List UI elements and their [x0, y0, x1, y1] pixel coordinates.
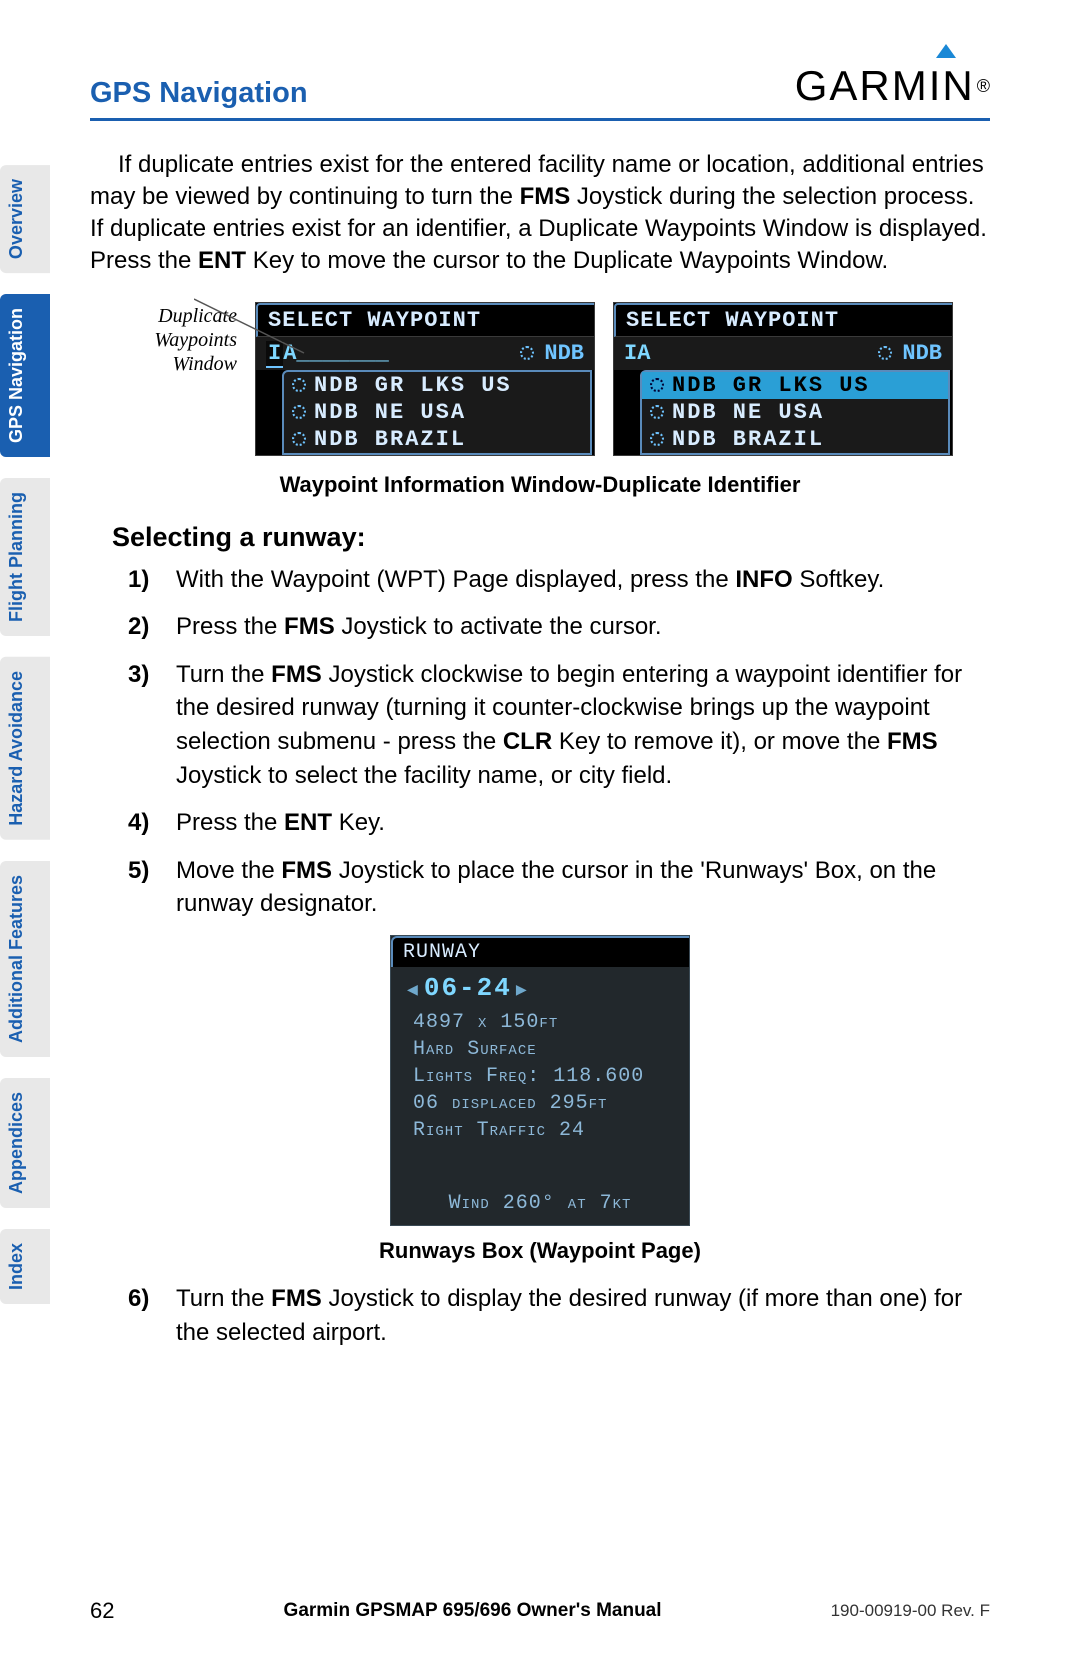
ndb-symbol-icon	[878, 346, 892, 360]
subheading-selecting-runway: Selecting a runway:	[112, 522, 990, 553]
callout-line-1: Duplicate	[127, 304, 237, 328]
wp-item-selected: NDB GR LKS US	[642, 372, 948, 399]
wp-input-row: IA_______ NDB	[256, 337, 594, 370]
waypoint-window-right: SELECT WAYPOINT IA NDB NDB GR LKS US NDB…	[613, 302, 953, 456]
ent-bold: ENT	[198, 247, 246, 274]
steps-list-cont: 6) Turn the FMS Joystick to display the …	[128, 1282, 990, 1349]
ndb-icon	[650, 432, 664, 446]
step-number: 4)	[128, 806, 162, 840]
runway-dimensions: 4897 x 150ft	[391, 1009, 689, 1036]
wp-title: SELECT WAYPOINT	[256, 303, 594, 337]
runway-wind: Wind 260° at 7kt	[391, 1144, 689, 1225]
wp-item: NDB BRAZIL	[642, 426, 948, 453]
runway-surface: Hard Surface	[391, 1036, 689, 1063]
page-content: If duplicate entries exist for the enter…	[0, 121, 1080, 1349]
callout-line-2: Waypoints	[127, 328, 237, 352]
garmin-triangle-icon	[936, 44, 956, 58]
runway-traffic: Right Traffic 24	[391, 1117, 689, 1144]
manual-title: Garmin GPSMAP 695/696 Owner's Manual	[284, 1600, 662, 1622]
step-text: Move the FMS Joystick to place the curso…	[176, 854, 990, 921]
step-text: Press the ENT Key.	[176, 806, 385, 840]
doc-revision: 190-00919-00 Rev. F	[831, 1601, 990, 1621]
sidebar-tab-overview[interactable]: Overview	[0, 165, 50, 273]
page-header: GPS Navigation GARMIN®	[90, 0, 990, 121]
wp-type-label: NDB	[544, 341, 584, 366]
step-2: 2) Press the FMS Joystick to activate th…	[128, 610, 990, 644]
runway-selector: ◀06-24▶	[391, 967, 689, 1009]
step-number: 6)	[128, 1282, 162, 1349]
runway-displaced: 06 displaced 295ft	[391, 1090, 689, 1117]
wp-dup-list: NDB GR LKS US NDB NE USA NDB BRAZIL	[640, 370, 950, 455]
wp-item: NDB GR LKS US	[284, 372, 590, 399]
step-text: Turn the FMS Joystick to display the des…	[176, 1282, 990, 1349]
steps-list: 1) With the Waypoint (WPT) Page displaye…	[128, 563, 990, 921]
wp-item-text: NDB BRAZIL	[672, 427, 824, 452]
callout-line-3: Window	[127, 352, 237, 376]
step-number: 2)	[128, 610, 162, 644]
arrow-right-icon: ▶	[512, 981, 533, 1001]
step-text: With the Waypoint (WPT) Page displayed, …	[176, 563, 884, 597]
runway-box: RUNWAY ◀06-24▶ 4897 x 150ft Hard Surface…	[390, 935, 690, 1226]
runway-id: 06-24	[424, 973, 512, 1003]
step-number: 1)	[128, 563, 162, 597]
step-3: 3) Turn the FMS Joystick clockwise to be…	[128, 658, 990, 792]
waypoint-window-left: SELECT WAYPOINT IA_______ NDB NDB GR LKS…	[255, 302, 595, 456]
wp-item-text: NDB NE USA	[314, 400, 466, 425]
step-number: 5)	[128, 854, 162, 921]
sidebar-tab-appendices[interactable]: Appendices	[0, 1078, 50, 1208]
ndb-icon	[650, 405, 664, 419]
intro-text-3: Key to move the cursor to the Duplicate …	[246, 247, 888, 274]
sidebar-tab-hazard-avoidance[interactable]: Hazard Avoidance	[0, 657, 50, 840]
step-1: 1) With the Waypoint (WPT) Page displaye…	[128, 563, 990, 597]
sidebar-tab-flight-planning[interactable]: Flight Planning	[0, 478, 50, 636]
step-5: 5) Move the FMS Joystick to place the cu…	[128, 854, 990, 921]
page-number: 62	[90, 1598, 114, 1624]
ndb-icon	[292, 405, 306, 419]
runway-box-title: RUNWAY	[391, 936, 689, 967]
intro-paragraph: If duplicate entries exist for the enter…	[90, 149, 990, 278]
step-text: Turn the FMS Joystick clockwise to begin…	[176, 658, 990, 792]
wp-item: NDB BRAZIL	[284, 426, 590, 453]
garmin-logo-text: GARMIN	[795, 62, 975, 110]
step-6: 6) Turn the FMS Joystick to display the …	[128, 1282, 990, 1349]
callout-label: Duplicate Waypoints Window	[127, 302, 237, 376]
sidebar-tabs: Overview GPS Navigation Flight Planning …	[0, 165, 50, 1304]
step-number: 3)	[128, 658, 162, 792]
page-footer: 62 Garmin GPSMAP 695/696 Owner's Manual …	[90, 1598, 990, 1624]
wp-input-cursor: I	[266, 341, 283, 368]
fms-bold: FMS	[520, 183, 571, 210]
figure-row-waypoints: Duplicate Waypoints Window SELECT WAYPOI…	[90, 302, 990, 456]
garmin-logo: GARMIN®	[795, 62, 990, 110]
ndb-icon	[292, 378, 306, 392]
arrow-left-icon: ◀	[403, 981, 424, 1001]
ndb-icon	[650, 378, 664, 392]
wp-dup-list: NDB GR LKS US NDB NE USA NDB BRAZIL	[282, 370, 592, 455]
sidebar-tab-index[interactable]: Index	[0, 1229, 50, 1304]
wp-input-row: IA NDB	[614, 337, 952, 370]
wp-item-text: NDB GR LKS US	[314, 373, 512, 398]
ndb-symbol-icon	[520, 346, 534, 360]
figure-caption-1: Waypoint Information Window-Duplicate Id…	[90, 472, 990, 498]
wp-item-text: NDB GR LKS US	[672, 373, 870, 398]
wp-item-text: NDB BRAZIL	[314, 427, 466, 452]
sidebar-tab-additional-features[interactable]: Additional Features	[0, 861, 50, 1057]
section-title: GPS Navigation	[90, 77, 308, 110]
wp-item: NDB NE USA	[642, 399, 948, 426]
sidebar-tab-gps-navigation[interactable]: GPS Navigation	[0, 294, 50, 457]
wp-input-text: A_______	[283, 341, 389, 366]
wp-item: NDB NE USA	[284, 399, 590, 426]
wp-title: SELECT WAYPOINT	[614, 303, 952, 337]
wp-item-text: NDB NE USA	[672, 400, 824, 425]
ndb-icon	[292, 432, 306, 446]
wp-input-value: IA	[624, 341, 650, 366]
figure-caption-2: Runways Box (Waypoint Page)	[90, 1238, 990, 1264]
registered-mark: ®	[977, 76, 990, 97]
wp-type-label: NDB	[902, 341, 942, 366]
runway-lights: Lights Freq: 118.600	[391, 1063, 689, 1090]
step-text: Press the FMS Joystick to activate the c…	[176, 610, 662, 644]
step-4: 4) Press the ENT Key.	[128, 806, 990, 840]
